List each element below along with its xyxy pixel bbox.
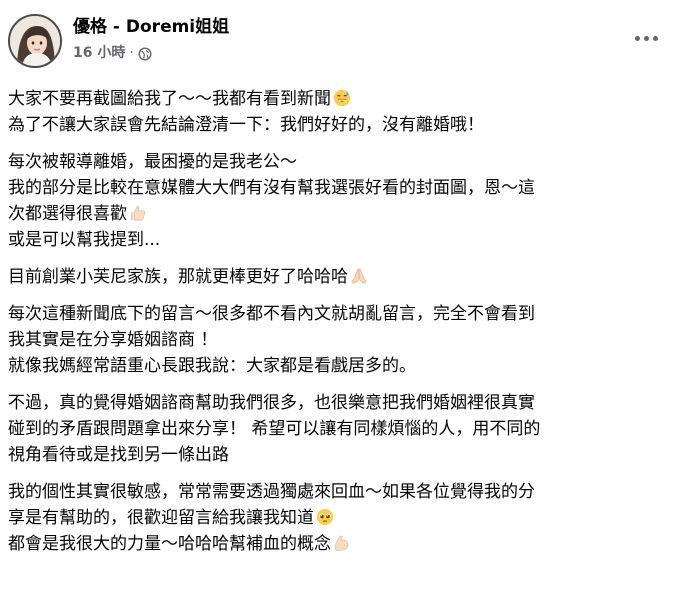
more-options-icon[interactable] [628, 26, 664, 50]
post-text: 就像我媽經常語重心長跟我說：大家都是看戲居多的。 [8, 356, 416, 376]
post-paragraph: 不過，真的覺得婚姻諮商幫助我們很多，也很樂意把我們婚姻裡很真實 碰到的矛盾跟問題拿… [8, 390, 672, 468]
post-body: 大家不要再截圖給我了～～我都有看到新聞為了不讓大家誤會先結論澄清一下：我們好好的… [8, 86, 672, 568]
post-text-line: 都會是我很大的力量～哈哈哈幫補血的概念 [8, 531, 672, 557]
post-text-line: 碰到的矛盾跟問題拿出來分享！ 希望可以讓有同樣煩惱的人，用不同的 [8, 416, 672, 442]
post-paragraph: 目前創業小芙尼家族，那就更棒更好了哈哈哈 [8, 264, 672, 290]
post-text: 我其實是在分享婚姻諮商 ！ [8, 330, 218, 350]
post-text-line: 每次被報導離婚，最困擾的是我老公～ [8, 149, 672, 175]
post-text: 都會是我很大的力量～哈哈哈幫補血的概念 [8, 534, 331, 554]
post-text: 為了不讓大家誤會先結論澄清一下：我們好好的，沒有離婚哦！ [8, 115, 484, 135]
folded-hands-emoji [350, 267, 368, 285]
post-text: 每次被報導離婚，最困擾的是我老公～ [8, 152, 297, 172]
post-text: 大家不要再截圖給我了～～我都有看到新聞 [8, 89, 331, 109]
post-text-line: 享是有幫助的，很歡迎留言給我讓我知道 [8, 505, 672, 531]
post-text: 我的部分是比較在意媒體大大們有沒有幫我選張好看的封面圖，恩～這 [8, 178, 535, 198]
post-text-line: 就像我媽經常語重心長跟我說：大家都是看戲居多的。 [8, 353, 672, 379]
author-name[interactable]: 優格 - Doremi姐姐 [73, 16, 229, 38]
post-text-line: 次都選得很喜歡 [8, 201, 672, 227]
grinning-sweat-emoji [333, 89, 351, 107]
post-text-line: 不過，真的覺得婚姻諮商幫助我們很多，也很樂意把我們婚姻裡很真實 [8, 390, 672, 416]
globe-icon[interactable] [138, 47, 152, 61]
more-dot [652, 35, 658, 41]
post-text-line: 我的部分是比較在意媒體大大們有沒有幫我選張好看的封面圖，恩～這 [8, 175, 672, 201]
post-text-line: 為了不讓大家誤會先結論澄清一下：我們好好的，沒有離婚哦！ [8, 112, 672, 138]
more-dot [634, 35, 640, 41]
post-text: 不過，真的覺得婚姻諮商幫助我們很多，也很樂意把我們婚姻裡很真實 [8, 393, 535, 413]
post-text-line: 每次這種新聞底下的留言～很多都不看內文就胡亂留言，完全不會看到 [8, 301, 672, 327]
post-text-line: 目前創業小芙尼家族，那就更棒更好了哈哈哈 [8, 264, 672, 290]
post-paragraph: 每次這種新聞底下的留言～很多都不看內文就胡亂留言，完全不會看到 我其實是在分享婚姻… [8, 301, 672, 379]
post-text: 碰到的矛盾跟問題拿出來分享！ 希望可以讓有同樣煩惱的人，用不同的 [8, 419, 541, 439]
post-paragraph: 每次被報導離婚，最困擾的是我老公～ 我的部分是比較在意媒體大大們有沒有幫我選張好看… [8, 149, 672, 253]
post-text: 或是可以幫我提到... [8, 230, 161, 250]
post-text-line: 視角看待或是找到另一條出路 [8, 442, 672, 468]
post-meta: 16 小時 · [73, 43, 152, 63]
post-timestamp[interactable]: 16 小時 [73, 43, 125, 63]
post-text: 享是有幫助的，很歡迎留言給我讓我知道 [8, 508, 314, 528]
profile-photo [10, 16, 60, 66]
post-text: 目前創業小芙尼家族，那就更棒更好了哈哈哈 [8, 267, 348, 287]
post-text-line: 我其實是在分享婚姻諮商 ！ [8, 327, 672, 353]
post-text-line: 我的個性其實很敏感，常常需要透過獨處來回血～如果各位覺得我的分 [8, 479, 672, 505]
post-text-line: 或是可以幫我提到... [8, 227, 672, 253]
pleading-face-emoji [316, 508, 334, 526]
post-text: 視角看待或是找到另一條出路 [8, 445, 229, 465]
post-paragraph: 大家不要再截圖給我了～～我都有看到新聞為了不讓大家誤會先結論澄清一下：我們好好的… [8, 86, 672, 138]
post-paragraph: 我的個性其實很敏感，常常需要透過獨處來回血～如果各位覺得我的分 享是有幫助的，很歡… [8, 479, 672, 557]
post-text: 次都選得很喜歡 [8, 204, 127, 224]
thumbs-up-emoji [129, 204, 147, 222]
meta-separator: · [129, 45, 134, 61]
more-dot [643, 35, 649, 41]
post-text: 我的個性其實很敏感，常常需要透過獨處來回血～如果各位覺得我的分 [8, 482, 535, 502]
flexed-biceps-emoji [333, 534, 351, 552]
avatar[interactable] [8, 14, 62, 68]
post-text: 每次這種新聞底下的留言～很多都不看內文就胡亂留言，完全不會看到 [8, 304, 535, 324]
post-header: 優格 - Doremi姐姐 16 小時 · [0, 0, 676, 78]
post-text-line: 大家不要再截圖給我了～～我都有看到新聞 [8, 86, 672, 112]
facebook-post: 優格 - Doremi姐姐 16 小時 · 大家不要再截圖給我了～～我都有看到新… [0, 0, 676, 597]
